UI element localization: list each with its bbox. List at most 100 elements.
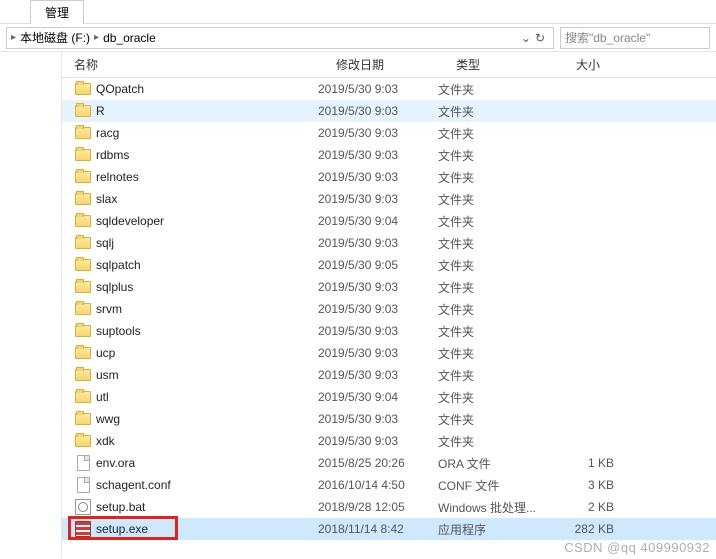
table-row[interactable]: sqlplus2019/5/30 9:03文件夹	[62, 276, 716, 298]
table-row[interactable]: xdk2019/5/30 9:03文件夹	[62, 430, 716, 452]
file-date: 2019/5/30 9:03	[318, 324, 438, 338]
table-row[interactable]: rdbms2019/5/30 9:03文件夹	[62, 144, 716, 166]
file-name: sqlj	[96, 236, 114, 250]
file-name: setup.bat	[96, 500, 145, 514]
folder-icon	[74, 325, 92, 337]
file-type: 文件夹	[438, 169, 558, 186]
table-row[interactable]: R2019/5/30 9:03文件夹	[62, 100, 716, 122]
table-row[interactable]: slax 2019/5/30 9:03文件夹	[62, 188, 716, 210]
breadcrumb-drive[interactable]: 本地磁盘 (F:)	[20, 29, 90, 46]
file-date: 2016/10/14 4:50	[318, 478, 438, 492]
file-type: 文件夹	[438, 367, 558, 384]
breadcrumb-folder[interactable]: db_oracle	[103, 31, 156, 45]
folder-icon	[74, 413, 92, 425]
file-type: 文件夹	[438, 213, 558, 230]
file-name: sqlplus	[96, 280, 133, 294]
file-name: QOpatch	[96, 82, 144, 96]
file-date: 2019/5/30 9:03	[318, 368, 438, 382]
column-date[interactable]: 修改日期	[336, 56, 456, 73]
file-type: 文件夹	[438, 235, 558, 252]
file-type: 文件夹	[438, 323, 558, 340]
batch-icon	[74, 499, 92, 515]
folder-icon	[74, 303, 92, 315]
file-type: ORA 文件	[438, 455, 558, 472]
table-row[interactable]: setup.bat2018/9/28 12:05Windows 批处理...2 …	[62, 496, 716, 518]
breadcrumb-actions: ⌄ ↻	[521, 31, 545, 45]
file-name: env.ora	[96, 456, 135, 470]
table-row[interactable]: env.ora 2015/8/25 20:26ORA 文件1 KB	[62, 452, 716, 474]
table-row[interactable]: ucp2019/5/30 9:03文件夹	[62, 342, 716, 364]
folder-icon	[74, 215, 92, 227]
application-icon	[74, 521, 92, 537]
file-name: sqlpatch	[96, 258, 141, 272]
address-bar-row: ▸ 本地磁盘 (F:) ▸ db_oracle ⌄ ↻ 搜索"db_oracle…	[0, 24, 716, 52]
folder-icon	[74, 391, 92, 403]
file-type: 文件夹	[438, 411, 558, 428]
file-size: 282 KB	[558, 522, 618, 536]
file-name: suptools	[96, 324, 141, 338]
file-type: 文件夹	[438, 257, 558, 274]
folder-icon	[74, 105, 92, 117]
file-date: 2015/8/25 20:26	[318, 456, 438, 470]
folder-icon	[74, 435, 92, 447]
table-row[interactable]: QOpatch2019/5/30 9:03文件夹	[62, 78, 716, 100]
watermark-text: CSDN @qq 409990932	[564, 540, 710, 555]
file-type: 文件夹	[438, 125, 558, 142]
file-name: usm	[96, 368, 119, 382]
file-name: relnotes	[96, 170, 139, 184]
file-date: 2019/5/30 9:03	[318, 82, 438, 96]
file-date: 2019/5/30 9:03	[318, 126, 438, 140]
nav-pane-gutter	[0, 52, 62, 559]
search-input[interactable]: 搜索"db_oracle"	[560, 27, 710, 49]
file-date: 2018/9/28 12:05	[318, 500, 438, 514]
folder-icon	[74, 193, 92, 205]
table-row[interactable]: setup.exe 2018/11/14 8:42应用程序282 KB	[62, 518, 716, 540]
table-row[interactable]: sqlpatch 2019/5/30 9:05文件夹	[62, 254, 716, 276]
tab-manage[interactable]: 管理	[30, 0, 84, 24]
column-name[interactable]: 名称	[74, 56, 336, 73]
file-name: setup.exe	[96, 522, 148, 536]
file-type: CONF 文件	[438, 477, 558, 494]
table-row[interactable]: relnotes 2019/5/30 9:03文件夹	[62, 166, 716, 188]
refresh-icon[interactable]: ↻	[535, 31, 545, 45]
table-row[interactable]: suptools 2019/5/30 9:03文件夹	[62, 320, 716, 342]
column-headers[interactable]: 名称 修改日期 类型 大小	[62, 52, 716, 78]
file-date: 2019/5/30 9:03	[318, 170, 438, 184]
breadcrumb[interactable]: ▸ 本地磁盘 (F:) ▸ db_oracle ⌄ ↻	[6, 27, 554, 49]
folder-icon	[74, 83, 92, 95]
chevron-down-icon[interactable]: ⌄	[521, 31, 531, 45]
file-date: 2019/5/30 9:03	[318, 192, 438, 206]
file-type: 文件夹	[438, 191, 558, 208]
table-row[interactable]: srvm2019/5/30 9:03文件夹	[62, 298, 716, 320]
file-icon	[74, 477, 92, 493]
column-type[interactable]: 类型	[456, 56, 576, 73]
file-date: 2018/11/14 8:42	[318, 522, 438, 536]
table-row[interactable]: utl2019/5/30 9:04文件夹	[62, 386, 716, 408]
folder-icon	[74, 347, 92, 359]
table-row[interactable]: racg2019/5/30 9:03文件夹	[62, 122, 716, 144]
folder-icon	[74, 369, 92, 381]
file-date: 2019/5/30 9:03	[318, 236, 438, 250]
file-date: 2019/5/30 9:04	[318, 214, 438, 228]
file-icon	[74, 455, 92, 471]
file-name: slax	[96, 192, 117, 206]
file-size: 1 KB	[558, 456, 618, 470]
file-type: Windows 批处理...	[438, 499, 558, 516]
table-row[interactable]: usm 2019/5/30 9:03文件夹	[62, 364, 716, 386]
file-date: 2019/5/30 9:03	[318, 148, 438, 162]
file-name: utl	[96, 390, 109, 404]
table-row[interactable]: wwg 2019/5/30 9:03文件夹	[62, 408, 716, 430]
column-size[interactable]: 大小	[576, 56, 716, 73]
table-row[interactable]: schagent.conf 2016/10/14 4:50CONF 文件3 KB	[62, 474, 716, 496]
table-row[interactable]: sqlj 2019/5/30 9:03文件夹	[62, 232, 716, 254]
file-date: 2019/5/30 9:03	[318, 104, 438, 118]
file-date: 2019/5/30 9:05	[318, 258, 438, 272]
file-size: 3 KB	[558, 478, 618, 492]
file-name: schagent.conf	[96, 478, 171, 492]
table-row[interactable]: sqldeveloper2019/5/30 9:04文件夹	[62, 210, 716, 232]
file-date: 2019/5/30 9:03	[318, 412, 438, 426]
chevron-right-icon: ▸	[94, 32, 99, 43]
file-type: 应用程序	[438, 521, 558, 538]
file-type: 文件夹	[438, 147, 558, 164]
file-name: wwg	[96, 412, 120, 426]
